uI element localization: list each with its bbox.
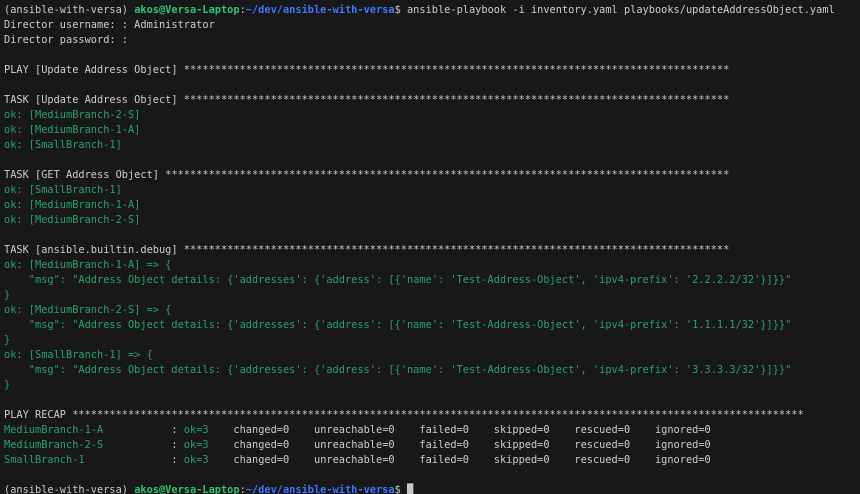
terminal-line: TASK [ansible.builtin.debug] ***********… (4, 243, 860, 258)
terminal-text-segment: ok=3 (183, 454, 209, 466)
terminal-text-segment: : (84, 454, 184, 466)
terminal-text-segment: TASK [GET Address Object] **************… (4, 169, 730, 181)
terminal-text-segment: ok: [SmallBranch-1] => { (4, 349, 153, 361)
terminal-text-segment: "msg": "Address Object details: {'addres… (4, 319, 792, 331)
terminal-text-segment: Director password: : (4, 34, 128, 46)
terminal-text-segment: $ (394, 484, 407, 494)
terminal-text-segment: ~/dev/ansible-with-versa (245, 484, 395, 494)
terminal-text-segment: ok=3 (183, 439, 209, 451)
terminal-text-segment: "msg": "Address Object details: {'addres… (4, 364, 792, 376)
terminal-text-segment: ok: [MediumBranch-2-S] => { (4, 304, 172, 316)
terminal-cursor: █ (406, 484, 414, 494)
terminal-window[interactable]: (ansible-with-versa) akos@Versa-Laptop: ~… (0, 0, 860, 494)
terminal-text-segment: : (103, 424, 184, 436)
terminal-text-segment: changed=0 unreachable=0 failed=0 skipped… (208, 439, 711, 451)
terminal-text-segment: (ansible-with-versa) (4, 484, 135, 494)
terminal-text-segment: $ ansible-playbook -i inventory.yaml pla… (394, 4, 835, 16)
terminal-line: PLAY [Update Address Object] ***********… (4, 63, 860, 78)
terminal-line: "msg": "Address Object details: {'addres… (4, 318, 860, 333)
terminal-line: ok: [SmallBranch-1] => { (4, 348, 860, 363)
terminal-text-segment: : (103, 439, 184, 451)
terminal-text-segment: Director username: : Administrator (4, 19, 215, 31)
terminal-text-segment: TASK [ansible.builtin.debug] ***********… (4, 244, 730, 256)
terminal-text-segment: } (4, 334, 11, 346)
terminal-line: TASK [Update Address Object] ***********… (4, 93, 860, 108)
terminal-text-segment: (ansible-with-versa) (4, 4, 135, 16)
terminal-line: SmallBranch-1 : ok=3 changed=0 unreachab… (4, 453, 860, 468)
terminal-line: MediumBranch-2-S : ok=3 changed=0 unreac… (4, 438, 860, 453)
terminal-line: } (4, 288, 860, 303)
terminal-line: (ansible-with-versa) akos@Versa-Laptop:~… (4, 483, 860, 494)
terminal-line: ok: [MediumBranch-2-S] (4, 213, 860, 228)
terminal-text-segment: changed=0 unreachable=0 failed=0 skipped… (208, 424, 711, 436)
terminal-line: "msg": "Address Object details: {'addres… (4, 363, 860, 378)
terminal-text-segment: akos@Versa-Laptop (134, 484, 240, 494)
terminal-output: (ansible-with-versa) akos@Versa-Laptop: ~… (4, 3, 860, 494)
terminal-text-segment: ok: [MediumBranch-1-A] (4, 124, 141, 136)
terminal-text-segment: PLAY [Update Address Object] ***********… (4, 64, 730, 76)
terminal-text-segment: ok: [MediumBranch-1-A] (4, 199, 141, 211)
terminal-text-segment: "msg": "Address Object details: {'addres… (4, 274, 792, 286)
terminal-line: ok: [MediumBranch-1-A] (4, 198, 860, 213)
terminal-text-segment: ok: [SmallBranch-1] (4, 139, 122, 151)
terminal-text-segment: } (4, 379, 11, 391)
terminal-text-segment: MediumBranch-2-S (4, 439, 104, 451)
terminal-line: ok: [MediumBranch-2-S] => { (4, 303, 860, 318)
terminal-text-segment: PLAY RECAP *****************************… (4, 409, 804, 421)
terminal-text-segment: TASK [Update Address Object] ***********… (4, 94, 730, 106)
terminal-text-segment: changed=0 unreachable=0 failed=0 skipped… (208, 454, 711, 466)
terminal-text-segment: } (4, 289, 11, 301)
terminal-line: Director username: : Administrator (4, 18, 860, 33)
terminal-text-segment: SmallBranch-1 (4, 454, 85, 466)
terminal-text-segment: ok: [MediumBranch-2-S] (4, 214, 141, 226)
terminal-text-segment: ok: [MediumBranch-2-S] (4, 109, 141, 121)
terminal-line: MediumBranch-1-A : ok=3 changed=0 unreac… (4, 423, 860, 438)
terminal-text-segment: ok: [SmallBranch-1] (4, 184, 122, 196)
terminal-line: TASK [GET Address Object] **************… (4, 168, 860, 183)
terminal-line: } (4, 378, 860, 393)
terminal-line: ok: [MediumBranch-2-S] (4, 108, 860, 123)
terminal-text-segment: ~/dev/ansible-with-versa (245, 4, 395, 16)
terminal-line: ok: [SmallBranch-1] (4, 183, 860, 198)
terminal-line: PLAY RECAP *****************************… (4, 408, 860, 423)
terminal-line: Director password: : (4, 33, 860, 48)
terminal-line: ok: [MediumBranch-1-A] (4, 123, 860, 138)
terminal-line: ok: [MediumBranch-1-A] => { (4, 258, 860, 273)
terminal-text-segment: MediumBranch-1-A (4, 424, 104, 436)
terminal-text-segment: ok=3 (183, 424, 209, 436)
terminal-line: } (4, 333, 860, 348)
terminal-line: ok: [SmallBranch-1] (4, 138, 860, 153)
terminal-line: "msg": "Address Object details: {'addres… (4, 273, 860, 288)
terminal-line: (ansible-with-versa) akos@Versa-Laptop:~… (4, 3, 860, 18)
terminal-text-segment: akos@Versa-Laptop (134, 4, 240, 16)
terminal-text-segment: ok: [MediumBranch-1-A] => { (4, 259, 172, 271)
